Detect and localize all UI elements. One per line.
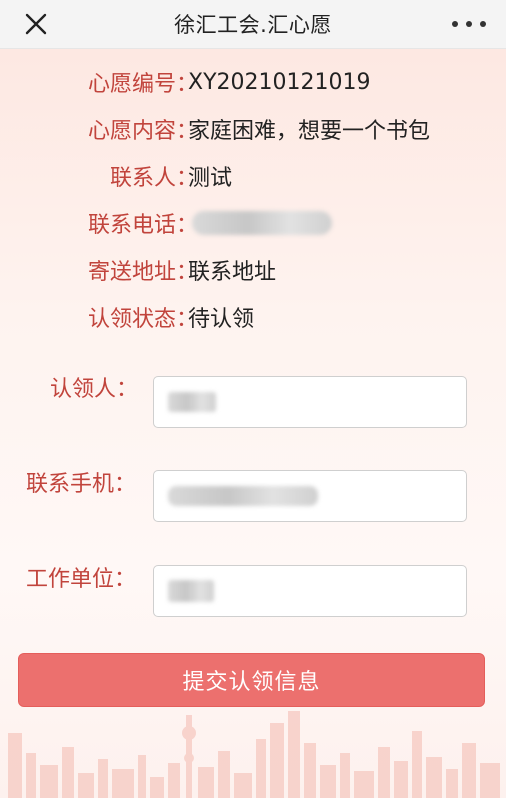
phone-input-value bbox=[168, 486, 318, 506]
address-value: 联系地址 bbox=[188, 260, 277, 285]
wish-detail-page: 心愿编号 ： XY20210121019 心愿内容 ： 家庭困难，想要一个书包 … bbox=[0, 49, 506, 798]
claimant-input-value bbox=[168, 392, 216, 412]
wish-number-row: 心愿编号 ： XY20210121019 bbox=[0, 65, 506, 99]
company-input-value bbox=[168, 580, 214, 602]
wish-content-row: 心愿内容 ： 家庭困难，想要一个书包 bbox=[0, 112, 506, 146]
wish-number-value: XY20210121019 bbox=[188, 69, 371, 95]
phone-input[interactable] bbox=[153, 470, 467, 522]
more-menu-icon[interactable] bbox=[452, 12, 486, 36]
contact-phone-redacted bbox=[192, 211, 332, 235]
wish-content-label: 心愿内容 bbox=[87, 119, 176, 144]
claim-status-value: 待认领 bbox=[188, 307, 255, 332]
company-label: 工作单位： bbox=[26, 567, 137, 592]
contact-person-row: 联系人 ： 测试 bbox=[0, 159, 506, 193]
address-row: 寄送地址 ： 联系地址 bbox=[0, 253, 506, 287]
address-label: 寄送地址 bbox=[87, 260, 176, 285]
claimant-input[interactable] bbox=[153, 376, 467, 428]
claim-status-row: 认领状态 ： 待认领 bbox=[0, 300, 506, 334]
claim-status-label: 认领状态 bbox=[87, 307, 176, 332]
company-input[interactable] bbox=[153, 565, 467, 617]
claimant-label: 认领人： bbox=[50, 377, 139, 402]
phone-label: 联系手机： bbox=[26, 472, 137, 497]
city-skyline-illustration bbox=[8, 711, 500, 798]
contact-person-value: 测试 bbox=[188, 166, 233, 191]
contact-phone-row: 联系电话 ： bbox=[0, 206, 506, 240]
submit-claim-button[interactable]: 提交认领信息 bbox=[18, 653, 485, 707]
title-bar: 徐汇工会.汇心愿 bbox=[0, 0, 506, 49]
contact-phone-label: 联系电话 bbox=[87, 213, 176, 238]
page-title: 徐汇工会.汇心愿 bbox=[174, 13, 332, 37]
contact-person-label: 联系人 bbox=[109, 166, 176, 191]
wish-number-label: 心愿编号 bbox=[87, 72, 176, 97]
wish-content-value: 家庭困难，想要一个书包 bbox=[188, 119, 431, 144]
close-icon[interactable] bbox=[22, 10, 50, 38]
